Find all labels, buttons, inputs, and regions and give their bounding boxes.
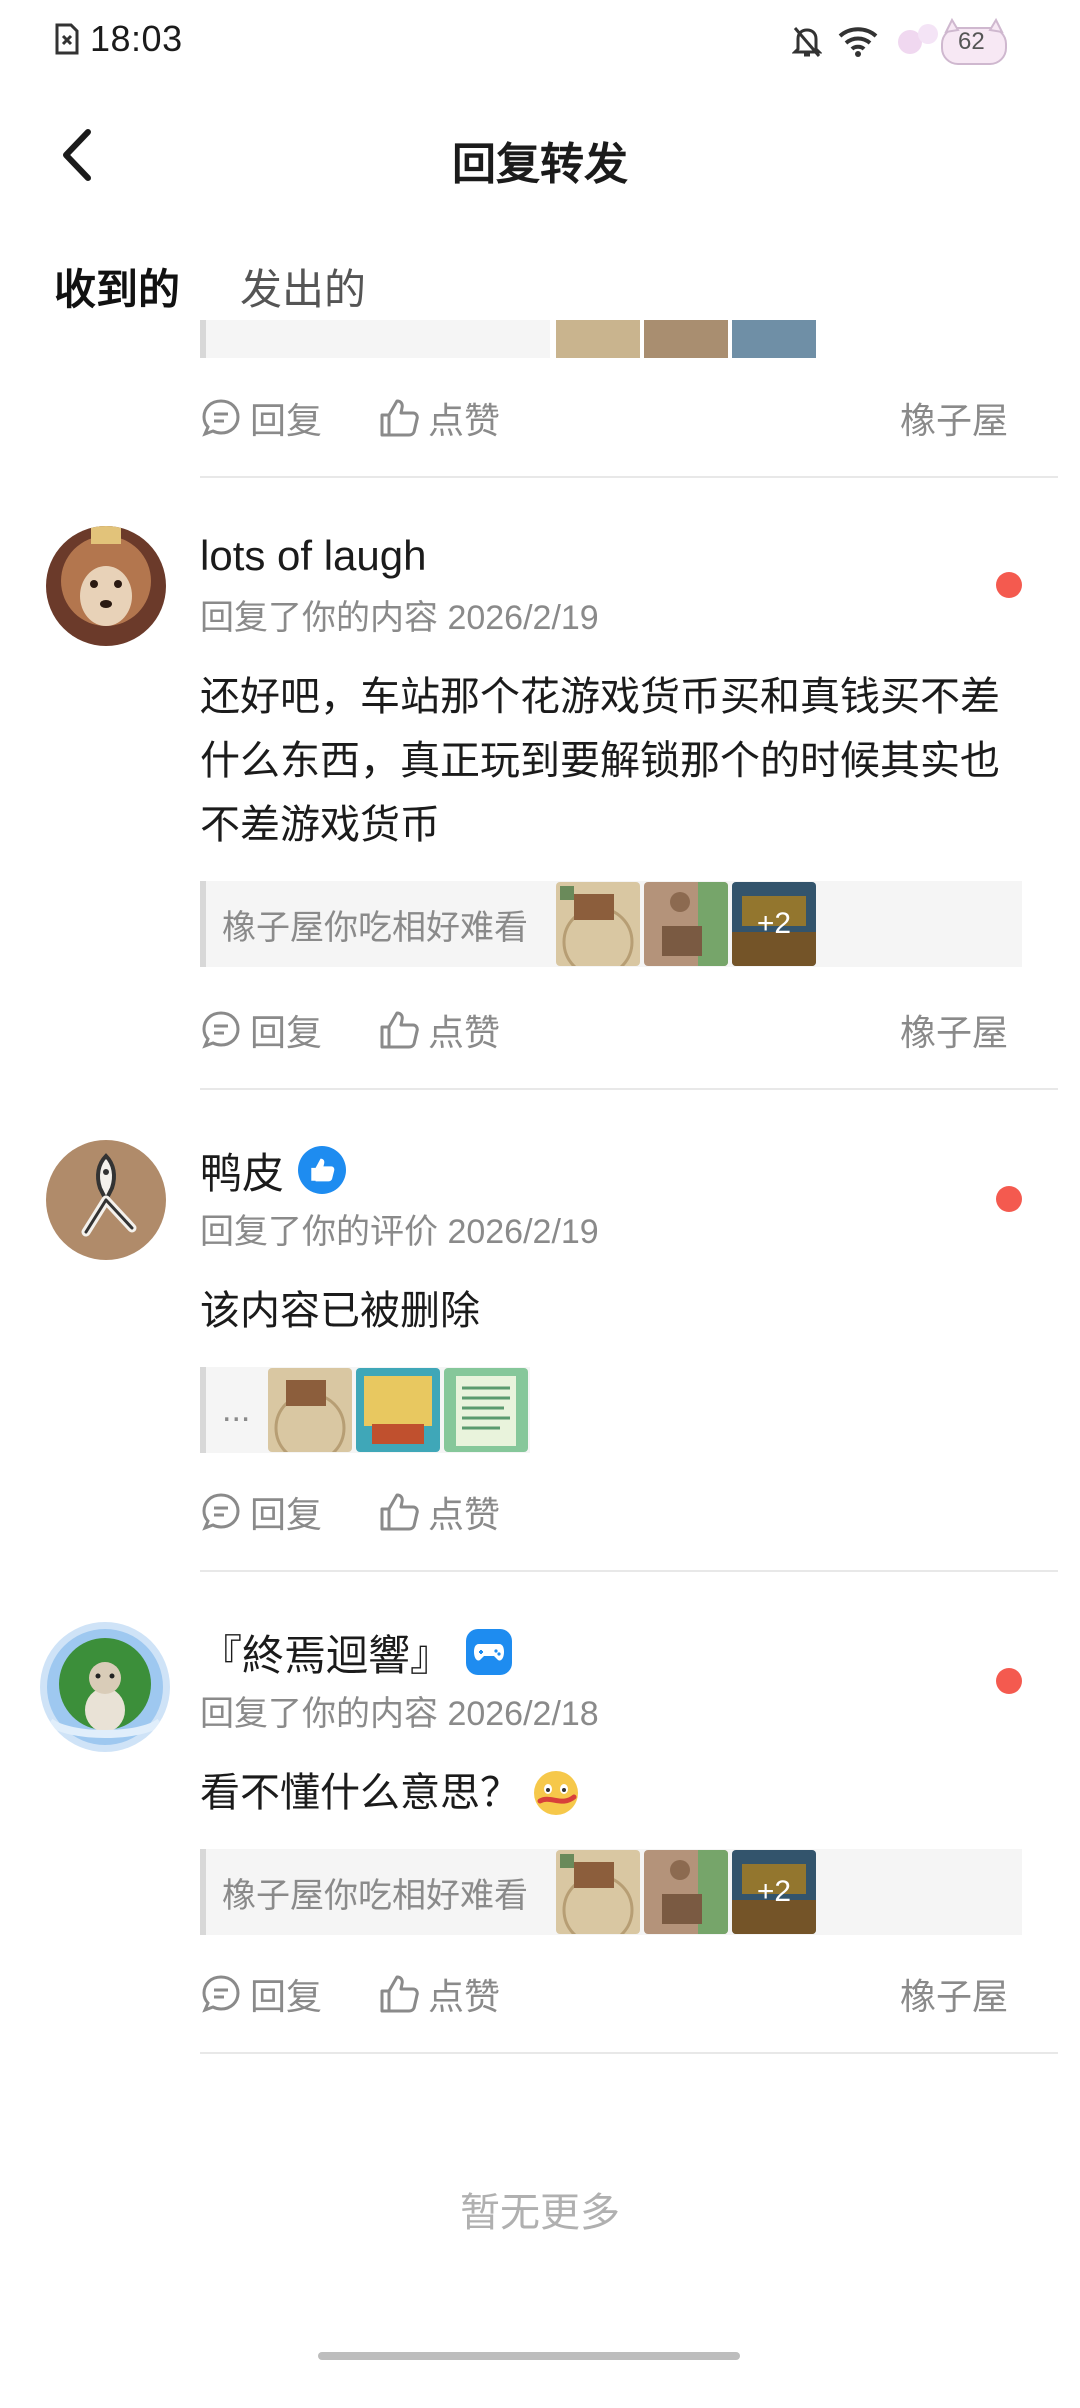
source-tag[interactable]: 橡子屋 bbox=[900, 392, 1008, 444]
thumbs-up-icon bbox=[380, 1975, 419, 2013]
thumbnail-image bbox=[444, 1368, 528, 1452]
comment-text[interactable]: 该内容已被删除 bbox=[200, 1279, 1022, 1343]
thumbnail-image: +2 bbox=[732, 882, 816, 966]
gamepad-icon bbox=[474, 1644, 505, 1661]
wifi-icon bbox=[838, 27, 878, 57]
user-name[interactable]: lots of laugh bbox=[200, 532, 427, 580]
user-name[interactable]: 『終焉迴響』 bbox=[200, 1622, 452, 1683]
like-button[interactable]: 点赞 bbox=[378, 392, 500, 444]
tab-sent[interactable]: 发出的 bbox=[240, 256, 366, 317]
more-images-count: +2 bbox=[732, 882, 816, 966]
quote-box[interactable]: 橡子屋你吃相好难看 +2 bbox=[200, 881, 1022, 967]
thumbnail-image bbox=[644, 882, 728, 966]
reply-button[interactable]: 回复 bbox=[200, 1486, 322, 1538]
thumbs-up-icon bbox=[380, 399, 419, 437]
action-bar: 回复 点赞 橡子屋 bbox=[200, 1000, 1022, 1060]
quote-thumbnails bbox=[268, 1368, 528, 1452]
comment-icon bbox=[202, 1493, 240, 1531]
verified-badge bbox=[298, 1146, 347, 1194]
thumbnail-image bbox=[556, 882, 640, 966]
action-bar: 回复 点赞 bbox=[200, 1482, 1022, 1542]
emoji-sticker-icon bbox=[534, 1771, 578, 1815]
tab-received[interactable]: 收到的 bbox=[54, 256, 180, 317]
thumbnail-image bbox=[556, 1850, 640, 1934]
thumbnail-image bbox=[268, 1368, 352, 1452]
thumbnail-image: +2 bbox=[732, 1850, 816, 1934]
user-name[interactable]: 鸭皮 bbox=[200, 1140, 284, 1201]
thumbnail-image bbox=[356, 1368, 440, 1452]
gamer-badge bbox=[466, 1629, 513, 1675]
reply-button[interactable]: 回复 bbox=[200, 1004, 322, 1056]
comment-text[interactable]: 还好吧，车站那个花游戏货币买和真钱买不差什么东西，真正玩到要解锁那个的时候其实也… bbox=[200, 665, 1022, 857]
end-of-list-text: 暂无更多 bbox=[460, 2191, 620, 2235]
quote-thumbnails-partial bbox=[556, 320, 816, 358]
avatar[interactable] bbox=[46, 1140, 166, 1260]
sim-card-icon bbox=[55, 23, 79, 55]
thumbs-up-icon bbox=[380, 1493, 419, 1531]
battery-icon: 62 bbox=[894, 14, 1014, 70]
like-button[interactable]: 点赞 bbox=[378, 1004, 500, 1056]
quote-text: 橡子屋你吃相好难看 bbox=[222, 908, 528, 947]
source-tag[interactable]: 橡子屋 bbox=[900, 1004, 1008, 1056]
thumbs-up-icon bbox=[380, 1011, 419, 1049]
status-time: 18:03 bbox=[90, 18, 183, 59]
reply-button[interactable]: 回复 bbox=[200, 1968, 322, 2020]
quote-box[interactable]: ... bbox=[200, 1367, 530, 1453]
reply-button[interactable]: 回复 bbox=[200, 392, 322, 444]
unread-dot bbox=[996, 1668, 1022, 1694]
thumbnail-image bbox=[644, 1850, 728, 1934]
more-images-count: +2 bbox=[732, 1850, 816, 1934]
comment-icon bbox=[202, 399, 240, 437]
page-title: 回复转发 bbox=[452, 140, 628, 189]
reply-meta: 回复了你的内容 2026/2/19 bbox=[200, 599, 599, 637]
tab-bar: 收到的 发出的 bbox=[54, 256, 366, 317]
thumbs-up-badge-icon bbox=[311, 1158, 335, 1182]
quote-thumbnails: +2 bbox=[556, 882, 816, 966]
home-indicator[interactable] bbox=[318, 2352, 740, 2360]
comment-icon bbox=[202, 1011, 240, 1049]
divider bbox=[200, 476, 1058, 478]
quote-thumbnails: +2 bbox=[556, 1850, 816, 1934]
source-tag[interactable]: 橡子屋 bbox=[900, 1968, 1008, 2020]
quote-text: ... bbox=[222, 1390, 251, 1429]
unread-dot bbox=[996, 572, 1022, 598]
unread-dot bbox=[996, 1186, 1022, 1212]
reply-meta: 回复了你的评价 2026/2/19 bbox=[200, 1213, 599, 1251]
like-button[interactable]: 点赞 bbox=[378, 1968, 500, 2020]
action-bar: 回复 点赞 橡子屋 bbox=[200, 1964, 1022, 2024]
comment-text: 看不懂什么意思？ bbox=[200, 1771, 520, 1815]
reply-meta: 回复了你的内容 2026/2/18 bbox=[200, 1695, 599, 1733]
like-button[interactable]: 点赞 bbox=[378, 1486, 500, 1538]
quote-text: 橡子屋你吃相好难看 bbox=[222, 1876, 528, 1915]
avatar[interactable] bbox=[40, 1622, 170, 1752]
quote-box[interactable]: 橡子屋你吃相好难看 +2 bbox=[200, 1849, 1022, 1935]
action-bar-partial: 回复 点赞 橡子屋 bbox=[200, 388, 1022, 448]
divider bbox=[200, 1570, 1058, 1572]
divider bbox=[200, 2052, 1058, 2054]
quote-box-partial bbox=[200, 320, 550, 358]
notifications-off-icon bbox=[792, 27, 822, 57]
comment-row[interactable]: 看不懂什么意思？ bbox=[200, 1761, 1022, 1825]
top-bar: 回复转发 bbox=[0, 110, 1080, 200]
comment-icon bbox=[202, 1975, 240, 2013]
divider bbox=[200, 1088, 1058, 1090]
avatar[interactable] bbox=[46, 526, 166, 646]
status-bar: 18:03 62 bbox=[0, 0, 1080, 84]
